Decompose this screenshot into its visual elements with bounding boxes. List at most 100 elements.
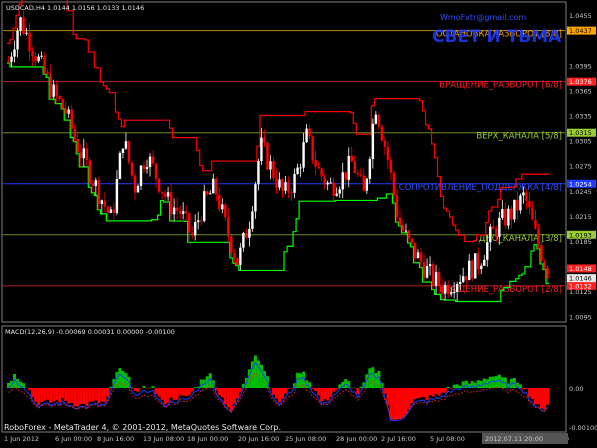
current-price-tag-text: 1.0146 xyxy=(569,275,592,283)
candle-body xyxy=(25,32,28,34)
candle-body xyxy=(501,209,504,218)
candle-body xyxy=(239,247,242,265)
price-axis-label: 1.0215 xyxy=(569,213,592,221)
price-axis-label: 1.0455 xyxy=(569,12,592,20)
macd-bar xyxy=(278,388,282,403)
macd-bar xyxy=(142,386,146,388)
time-axis-label: 1 Jun 2012 xyxy=(4,435,39,443)
candle-body xyxy=(332,182,335,196)
candle-body xyxy=(434,272,438,286)
level-price-tag-text: 1.0193 xyxy=(569,231,592,239)
candle-body xyxy=(531,207,534,220)
time-axis-label: 13 Jun 08:00 xyxy=(143,435,184,443)
macd-bar xyxy=(193,387,197,388)
macd-bar xyxy=(452,384,456,388)
candle-body xyxy=(275,178,278,188)
macd-bar xyxy=(55,388,59,401)
candle-body xyxy=(49,73,52,97)
macd-bar xyxy=(181,388,185,396)
candle-body xyxy=(157,178,161,192)
chart-window[interactable]: ОСТАНОВКА РАЗВОРОТ [8/8]ВРАЩЕНИЕ_РАЗВОРО… xyxy=(0,0,597,448)
candle-body xyxy=(10,56,13,62)
candle-body xyxy=(245,232,248,238)
candle-body xyxy=(88,160,92,184)
macd-bar xyxy=(100,388,104,402)
macd-bar xyxy=(178,388,182,396)
time-axis-label: 6 Jun 00:00 xyxy=(55,435,92,443)
candle-body xyxy=(495,228,498,238)
macd-bar xyxy=(160,388,164,400)
candle-body xyxy=(266,142,269,170)
macd-bar xyxy=(431,388,435,397)
price-axis-label: 1.0335 xyxy=(569,112,592,120)
candle-body xyxy=(522,192,525,196)
macd-bar xyxy=(530,388,534,400)
candle-body xyxy=(416,252,420,259)
macd-bar xyxy=(88,388,92,402)
candle-body xyxy=(308,128,311,137)
level-price-tag-text: 1.0254 xyxy=(569,180,592,188)
candle-body xyxy=(181,211,185,214)
candle-body xyxy=(371,123,375,160)
candle-body xyxy=(486,242,489,260)
candle-body xyxy=(175,207,179,211)
candle-body xyxy=(100,200,104,204)
macd-bar xyxy=(422,388,426,398)
candle-body xyxy=(67,109,70,114)
candle-body xyxy=(209,193,212,195)
candle-body xyxy=(335,193,338,196)
candle-body xyxy=(507,208,510,226)
macd-bar xyxy=(404,388,408,415)
symbol-info: USDCAD,H4 1.0144 1.0156 1.0133 1.0146 xyxy=(6,4,144,12)
candle-body xyxy=(281,179,284,191)
candle-body xyxy=(419,252,423,263)
candle-body xyxy=(452,291,456,293)
macd-bar xyxy=(398,388,402,420)
candle-body xyxy=(374,114,378,124)
macd-bar xyxy=(271,388,275,395)
macd-bar xyxy=(428,388,432,396)
candle-body xyxy=(28,32,31,52)
macd-bar xyxy=(274,388,278,399)
candle-body xyxy=(368,159,372,179)
candle-body xyxy=(425,266,429,278)
candle-body xyxy=(296,167,299,174)
macd-bar xyxy=(524,388,528,389)
candle-body xyxy=(106,206,110,213)
macd-bar xyxy=(491,376,495,388)
candle-body xyxy=(178,210,182,214)
macd-bar xyxy=(163,388,167,405)
candle-body xyxy=(61,99,64,109)
candle-body xyxy=(392,172,396,196)
macd-bar xyxy=(449,388,453,389)
candle-body xyxy=(94,180,98,186)
macd-bar xyxy=(329,388,333,397)
macd-bar xyxy=(416,388,420,398)
candle-body xyxy=(528,200,531,208)
candle-body xyxy=(480,265,483,270)
macd-bar xyxy=(220,388,224,398)
candle-body xyxy=(516,199,519,211)
macd-bar xyxy=(226,388,230,408)
candle-body xyxy=(121,148,125,153)
candle-body xyxy=(329,182,332,184)
candle-body xyxy=(498,217,501,238)
candle-body xyxy=(413,242,417,259)
candle-body xyxy=(263,137,266,143)
macd-bar xyxy=(235,388,239,399)
level-label: ВРАЩЕНИЕ_РАЗВОРОТ [6/8] xyxy=(439,81,562,91)
macd-bar xyxy=(539,388,543,409)
macd-bar xyxy=(76,388,80,407)
macd-bar xyxy=(332,388,336,392)
macd-bar xyxy=(542,388,546,410)
macd-bar xyxy=(175,388,179,400)
macd-bar xyxy=(317,388,321,396)
macd-bar xyxy=(31,388,35,398)
candle-body xyxy=(40,55,43,57)
macd-bar xyxy=(521,388,525,390)
candle-body xyxy=(314,160,317,167)
macd-bar xyxy=(217,388,221,396)
candle-body xyxy=(377,114,381,127)
candle-body xyxy=(260,137,263,162)
candle-body xyxy=(365,178,369,191)
